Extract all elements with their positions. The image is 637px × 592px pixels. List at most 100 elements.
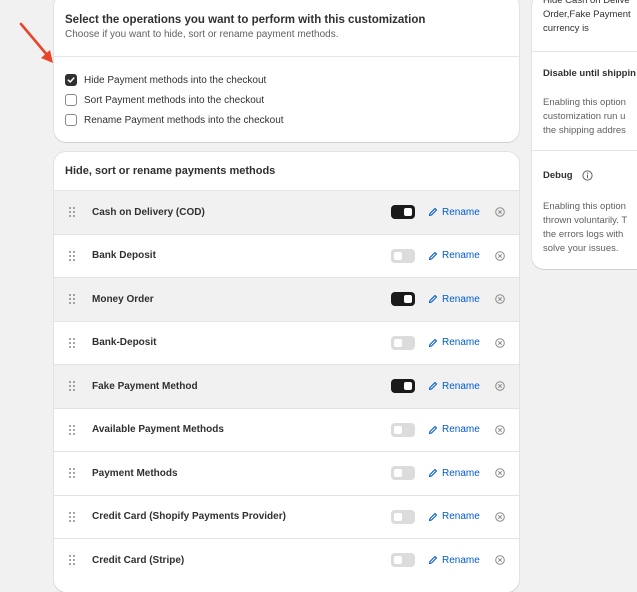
remove-icon[interactable] — [495, 511, 505, 522]
operations-subtitle: Choose if you want to hide, sort or rena… — [65, 29, 339, 40]
debug-description-line: the errors logs with — [543, 229, 624, 240]
debug-heading: Debug — [543, 170, 593, 181]
debug-description-line: Enabling this option — [543, 201, 626, 212]
payments-card: Hide, sort or rename payments methods Ca… — [54, 152, 519, 592]
rename-label: Rename — [442, 293, 480, 305]
rename-link[interactable]: Rename — [428, 250, 480, 261]
rename-label: Rename — [442, 380, 480, 392]
hide-checkbox[interactable] — [65, 74, 77, 86]
rename-option-label: Rename Payment methods into the checkout — [84, 114, 284, 126]
rename-option[interactable]: Rename Payment methods into the checkout — [65, 110, 519, 130]
divider — [532, 51, 637, 52]
operations-title: Select the operations you want to perfor… — [65, 14, 426, 26]
summary-line: Order,Fake Payment — [543, 9, 631, 20]
rename-link[interactable]: Rename — [428, 207, 480, 218]
debug-description-line: thrown voluntarily. T — [543, 215, 628, 226]
payment-name: Payment Methods — [92, 467, 178, 479]
rename-link[interactable]: Rename — [428, 294, 480, 305]
pencil-icon — [428, 208, 438, 217]
remove-icon[interactable] — [495, 207, 505, 218]
toggle-knob — [404, 208, 412, 217]
pencil-icon — [428, 338, 438, 347]
payment-name: Credit Card (Shopify Payments Provider) — [92, 511, 286, 523]
rename-label: Rename — [442, 554, 480, 566]
payment-toggle[interactable] — [391, 422, 415, 437]
payment-toggle[interactable] — [391, 205, 415, 220]
rename-label: Rename — [442, 337, 480, 349]
info-icon[interactable] — [581, 170, 593, 181]
pencil-icon — [428, 382, 438, 391]
payment-name: Money Order — [92, 293, 154, 305]
pencil-icon — [428, 512, 438, 521]
pencil-icon — [428, 251, 438, 260]
payment-name: Fake Payment Method — [92, 380, 198, 392]
drag-handle-icon[interactable] — [69, 294, 75, 305]
disable-shipping-title: Disable until shippin — [543, 68, 636, 79]
payment-name: Cash on Delivery (COD) — [92, 206, 205, 218]
toggle-knob — [404, 382, 412, 391]
drag-handle-icon[interactable] — [69, 250, 75, 261]
payment-toggle[interactable] — [391, 466, 415, 481]
drag-handle-icon[interactable] — [69, 468, 75, 479]
rename-link[interactable]: Rename — [428, 555, 480, 566]
drag-handle-icon[interactable] — [69, 207, 75, 218]
sort-option-label: Sort Payment methods into the checkout — [84, 94, 265, 106]
payment-row: Bank-Deposit Rename — [54, 320, 519, 365]
payment-method-list: Cash on Delivery (COD) Rename Bank Depos… — [54, 190, 519, 582]
payment-row: Credit Card (Stripe) Rename — [54, 538, 519, 582]
checkmark-icon — [67, 77, 75, 83]
drag-handle-icon[interactable] — [69, 337, 75, 348]
hide-option[interactable]: Hide Payment methods into the checkout — [65, 70, 519, 90]
rename-label: Rename — [442, 511, 480, 523]
rename-link[interactable]: Rename — [428, 337, 480, 348]
payment-name: Bank-Deposit — [92, 337, 157, 349]
toggle-knob — [394, 425, 402, 434]
payment-toggle[interactable] — [391, 335, 415, 350]
rename-link[interactable]: Rename — [428, 381, 480, 392]
remove-icon[interactable] — [495, 555, 505, 566]
disable-description-line: the shipping addres — [543, 125, 626, 136]
payment-toggle[interactable] — [391, 292, 415, 307]
payment-row: Payment Methods Rename — [54, 451, 519, 495]
disable-description-line: Enabling this option — [543, 97, 626, 108]
rename-link[interactable]: Rename — [428, 468, 480, 479]
payment-name: Available Payment Methods — [92, 424, 224, 436]
sort-option[interactable]: Sort Payment methods into the checkout — [65, 90, 519, 110]
payment-row: Available Payment Methods Rename — [54, 407, 519, 452]
payment-row: Fake Payment Method Rename — [54, 364, 519, 408]
payment-toggle[interactable] — [391, 509, 415, 524]
sort-checkbox[interactable] — [65, 94, 77, 106]
payment-row: Credit Card (Shopify Payments Provider) … — [54, 494, 519, 539]
toggle-knob — [394, 512, 402, 521]
rename-label: Rename — [442, 467, 480, 479]
payment-toggle[interactable] — [391, 553, 415, 568]
pencil-icon — [428, 469, 438, 478]
remove-icon[interactable] — [495, 424, 505, 435]
rename-link[interactable]: Rename — [428, 424, 480, 435]
drag-handle-icon[interactable] — [69, 511, 75, 522]
payment-name: Credit Card (Stripe) — [92, 554, 185, 566]
toggle-knob — [394, 469, 402, 478]
payment-row: Cash on Delivery (COD) Rename — [54, 190, 519, 234]
remove-icon[interactable] — [495, 250, 505, 261]
remove-icon[interactable] — [495, 294, 505, 305]
drag-handle-icon[interactable] — [69, 555, 75, 566]
remove-icon[interactable] — [495, 468, 505, 479]
rename-label: Rename — [442, 250, 480, 262]
payment-toggle[interactable] — [391, 379, 415, 394]
summary-panel: Hide Cash on Delive Order,Fake Payment c… — [532, 0, 637, 269]
payment-toggle[interactable] — [391, 248, 415, 263]
pencil-icon — [428, 425, 438, 434]
rename-label: Rename — [442, 206, 480, 218]
remove-icon[interactable] — [495, 337, 505, 348]
rename-checkbox[interactable] — [65, 114, 77, 126]
debug-title: Debug — [543, 170, 573, 181]
drag-handle-icon[interactable] — [69, 381, 75, 392]
drag-handle-icon[interactable] — [69, 424, 75, 435]
remove-icon[interactable] — [495, 381, 505, 392]
pencil-icon — [428, 295, 438, 304]
divider — [532, 150, 637, 151]
toggle-knob — [394, 338, 402, 347]
toggle-knob — [404, 295, 412, 304]
rename-link[interactable]: Rename — [428, 511, 480, 522]
